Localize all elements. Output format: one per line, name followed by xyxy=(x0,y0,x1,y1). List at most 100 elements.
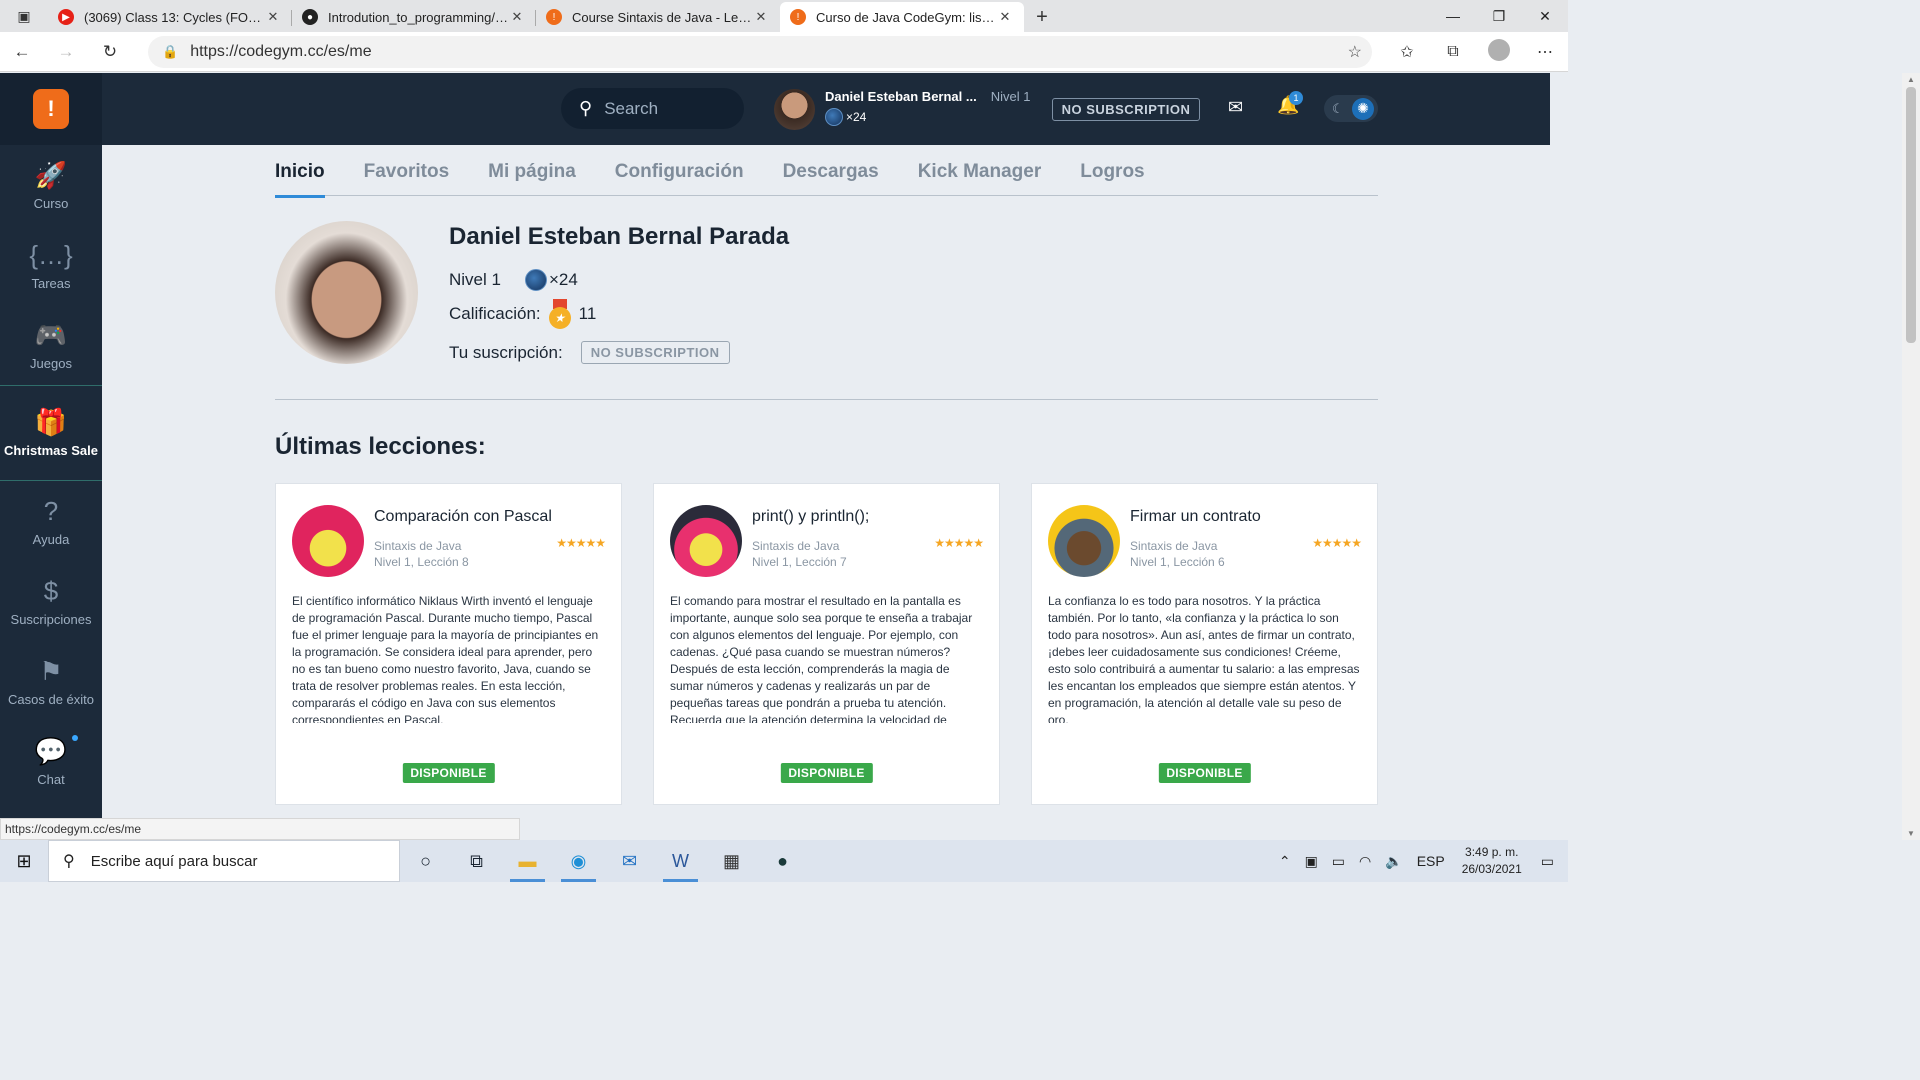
tab-kick-manager[interactable]: Kick Manager xyxy=(918,145,1042,196)
camera-icon[interactable]: ▣ xyxy=(1305,853,1318,870)
browser-tab-active[interactable]: ! Curso de Java CodeGym: lista de ✕ xyxy=(780,2,1024,32)
lesson-title[interactable]: print() y println(); xyxy=(752,508,869,526)
sidebar-item-label: Juegos xyxy=(30,355,72,371)
restore-icon[interactable]: ❐ xyxy=(1476,0,1522,32)
lesson-description: El científico informático Niklaus Wirth … xyxy=(292,594,599,723)
windows-taskbar: ⊞ ⚲ Escribe aquí para buscar ○ ⧉ ▬ ◉ ✉ W… xyxy=(0,840,1568,882)
browser-tab[interactable]: ▶ (3069) Class 13: Cycles (FOR) exe ✕ xyxy=(48,2,292,32)
lock-icon: 🔒 xyxy=(162,44,179,59)
taskbar-search-input[interactable]: ⚲ Escribe aquí para buscar xyxy=(48,840,400,882)
lesson-card[interactable]: Comparación con Pascal Sintaxis de Java N… xyxy=(275,483,622,805)
sidebar-item-casos-de-exito[interactable]: ⚑ Casos de éxito xyxy=(0,641,102,721)
mail-app-icon[interactable]: ✉ xyxy=(604,840,655,882)
lesson-level: Nivel 1, Lección 7 xyxy=(752,555,847,569)
tab-inicio[interactable]: Inicio xyxy=(275,145,325,198)
chevron-up-icon[interactable]: ⌃ xyxy=(1279,853,1291,870)
logo-icon: ! xyxy=(33,89,69,129)
sidebar-item-label: Tareas xyxy=(31,275,71,291)
search-placeholder: Search xyxy=(604,98,659,118)
favorites-icon[interactable]: ✩ xyxy=(1384,42,1430,62)
lesson-cards: Comparación con Pascal Sintaxis de Java N… xyxy=(275,483,1378,805)
available-button[interactable]: DISPONIBLE xyxy=(402,763,495,783)
sidebar-item-suscripciones[interactable]: $ Suscripciones xyxy=(0,561,102,641)
lesson-course: Sintaxis de Java xyxy=(374,539,462,553)
scroll-up-icon[interactable]: ▲ xyxy=(1902,75,1920,84)
codegym-logo[interactable]: ! xyxy=(0,73,102,145)
tab-title: Introdution_to_programming/Ex xyxy=(328,9,508,25)
clock-time: 3:49 p. m. xyxy=(1465,845,1519,859)
subscription-badge[interactable]: NO SUBSCRIPTION xyxy=(1052,98,1200,121)
profile-icon[interactable] xyxy=(1476,38,1522,66)
section-title: Últimas lecciones: xyxy=(275,433,486,460)
system-tray: ⌃ ▣ ▭ ◠ 🔈 ESP 3:49 p. m. 26/03/2021 ▭ xyxy=(1272,840,1568,882)
close-tab-icon[interactable]: ✕ xyxy=(752,9,770,25)
lesson-level: Nivel 1, Lección 6 xyxy=(1130,555,1225,569)
lesson-card[interactable]: Firmar un contrato Sintaxis de Java Nivel… xyxy=(1031,483,1378,805)
subscription-badge[interactable]: NO SUBSCRIPTION xyxy=(580,341,730,364)
scrollbar-thumb[interactable] xyxy=(1906,87,1916,343)
file-explorer-icon[interactable]: ▬ xyxy=(502,840,553,882)
theme-toggle[interactable]: ☾ ✺ xyxy=(1324,95,1378,122)
lesson-title[interactable]: Firmar un contrato xyxy=(1130,508,1261,526)
available-button[interactable]: DISPONIBLE xyxy=(780,763,873,783)
tab-descargas[interactable]: Descargas xyxy=(783,145,879,196)
new-tab-button[interactable]: + xyxy=(1024,2,1060,32)
add-favorite-icon[interactable]: ☆ xyxy=(1348,42,1362,62)
dfd-app-icon[interactable]: ▦ xyxy=(706,840,757,882)
edge-icon[interactable]: ◉ xyxy=(553,840,604,882)
url-field[interactable]: 🔒 https://codegym.cc/es/me ☆ xyxy=(148,36,1372,68)
sidebar-item-label: Chat xyxy=(37,771,65,787)
sidebar-item-chat[interactable]: 💬 Chat xyxy=(0,721,102,801)
profile-photo[interactable] xyxy=(275,221,418,364)
forward-icon[interactable]: → xyxy=(44,32,88,72)
language-indicator[interactable]: ESP xyxy=(1417,853,1445,869)
back-icon[interactable]: ← xyxy=(0,32,44,72)
minimize-icon[interactable]: — xyxy=(1430,0,1476,32)
sidebar-item-ayuda[interactable]: ? Ayuda xyxy=(0,481,102,561)
notifications-icon[interactable]: 🔔 1 xyxy=(1277,91,1303,116)
volume-icon[interactable]: 🔈 xyxy=(1385,853,1402,870)
close-tab-icon[interactable]: ✕ xyxy=(264,9,282,25)
page-scrollbar[interactable]: ▲ ▼ xyxy=(1902,73,1920,840)
battery-icon[interactable]: ▭ xyxy=(1332,853,1345,870)
clock-date: 26/03/2021 xyxy=(1461,862,1522,876)
scroll-down-icon[interactable]: ▼ xyxy=(1902,829,1920,838)
tab-logros[interactable]: Logros xyxy=(1080,145,1144,196)
notification-center-icon[interactable]: ▭ xyxy=(1541,853,1554,870)
close-tab-icon[interactable]: ✕ xyxy=(508,9,526,25)
browser-tab[interactable]: ! Course Sintaxis de Java - Lecture ✕ xyxy=(536,2,780,32)
lesson-card[interactable]: print() y println(); Sintaxis de Java Niv… xyxy=(653,483,1000,805)
word-icon[interactable]: W xyxy=(655,840,706,882)
tab-actions-icon[interactable]: ▣ xyxy=(0,0,48,32)
close-window-icon[interactable]: ✕ xyxy=(1522,0,1568,32)
taskbar-search-placeholder: Escribe aquí para buscar xyxy=(90,852,258,870)
windows-start-icon[interactable]: ⊞ xyxy=(0,840,48,882)
rating-stars: ★★★★★ xyxy=(556,536,606,550)
sidebar-item-christmas-sale[interactable]: 🎁 Christmas Sale xyxy=(0,385,102,481)
tab-mi-pagina[interactable]: Mi página xyxy=(488,145,576,196)
tab-configuracion[interactable]: Configuración xyxy=(615,145,744,196)
user-menu[interactable]: Daniel Esteban Bernal ... Nivel 1 ×24 xyxy=(774,89,1030,130)
address-bar: ← → ↻ 🔒 https://codegym.cc/es/me ☆ ✩ ⧉ ⋯ xyxy=(0,32,1568,72)
sidebar-item-tareas[interactable]: {…} Tareas xyxy=(0,225,102,305)
lesson-title[interactable]: Comparación con Pascal xyxy=(374,508,552,526)
mail-icon[interactable]: ✉ xyxy=(1228,97,1243,118)
refresh-icon[interactable]: ↻ xyxy=(88,32,132,72)
window-controls: — ❐ ✕ xyxy=(1430,0,1568,32)
collections-icon[interactable]: ⧉ xyxy=(1430,43,1476,61)
browser-tab[interactable]: ● Introdution_to_programming/Ex ✕ xyxy=(292,2,536,32)
close-tab-icon[interactable]: ✕ xyxy=(996,9,1014,25)
search-input[interactable]: ⚲ Search xyxy=(561,88,744,129)
sidebar-item-curso[interactable]: 🚀 Curso xyxy=(0,145,102,225)
tab-favoritos[interactable]: Favoritos xyxy=(364,145,450,196)
rating-value: 11 xyxy=(578,304,597,323)
more-menu-icon[interactable]: ⋯ xyxy=(1522,42,1568,62)
cortana-icon[interactable]: ○ xyxy=(400,840,451,882)
task-view-icon[interactable]: ⧉ xyxy=(451,840,502,882)
available-button[interactable]: DISPONIBLE xyxy=(1158,763,1251,783)
profile-name: Daniel Esteban Bernal Parada xyxy=(449,223,790,250)
gitkraken-icon[interactable]: ● xyxy=(757,840,808,882)
sidebar-item-juegos[interactable]: 🎮 Juegos xyxy=(0,305,102,385)
clock[interactable]: 3:49 p. m. 26/03/2021 xyxy=(1462,844,1522,878)
wifi-icon[interactable]: ◠ xyxy=(1359,853,1371,870)
